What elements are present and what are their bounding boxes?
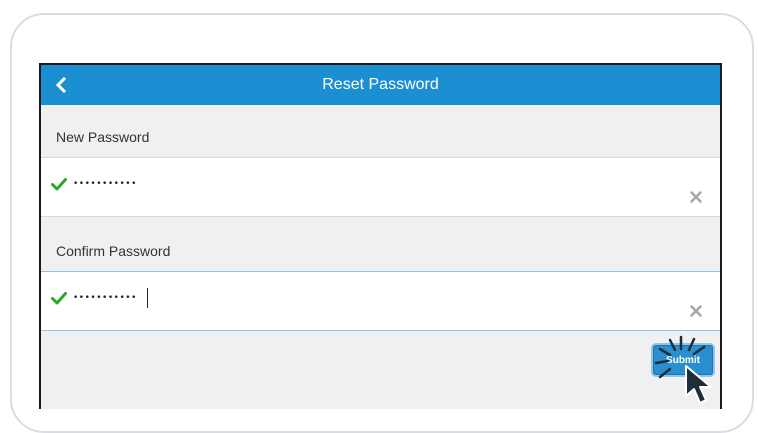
check-icon xyxy=(51,292,67,305)
new-password-input[interactable] xyxy=(73,170,633,198)
app-screen: Reset Password New Password Confirm Pass… xyxy=(39,63,722,409)
confirm-password-label: Confirm Password xyxy=(56,243,171,259)
close-icon[interactable] xyxy=(689,190,703,204)
close-icon[interactable] xyxy=(689,304,703,318)
text-caret xyxy=(147,288,148,308)
confirm-password-row xyxy=(41,271,720,331)
confirm-password-input[interactable] xyxy=(73,284,633,312)
header-bar: Reset Password xyxy=(41,65,720,105)
page-title: Reset Password xyxy=(322,76,439,93)
new-password-label: New Password xyxy=(56,129,150,145)
submit-button[interactable]: Submit xyxy=(653,345,713,375)
check-icon xyxy=(51,178,67,191)
new-password-row xyxy=(41,157,720,217)
